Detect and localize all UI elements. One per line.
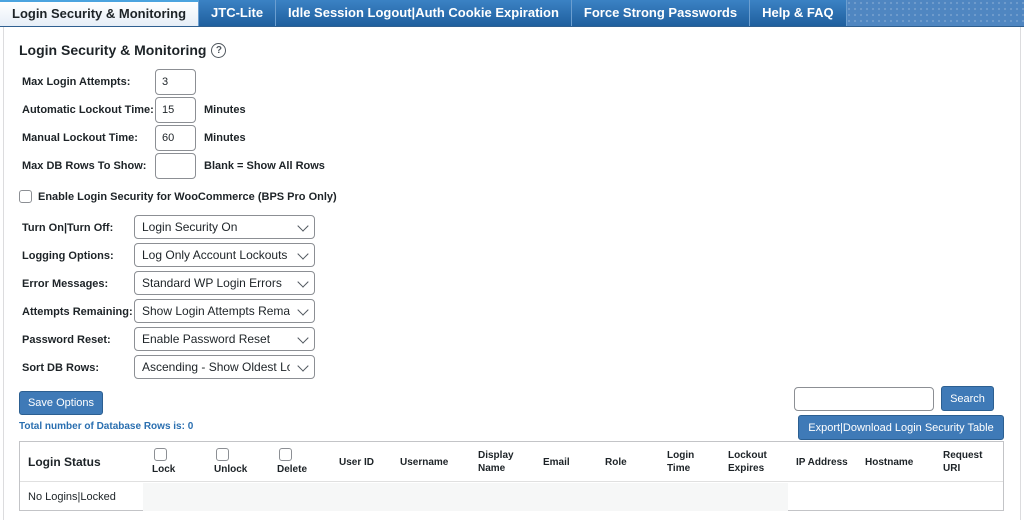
attempts-remaining-value: Show Login Attempts Remaining — [142, 304, 290, 318]
max-db-rows-label: Max DB Rows To Show: — [22, 160, 147, 172]
error-messages-select[interactable]: Standard WP Login Errors — [134, 271, 315, 295]
col-login-time: Login Time — [667, 450, 695, 474]
page-title: Login Security & Monitoring ? — [19, 42, 227, 58]
tab-jtc-lite[interactable]: JTC-Lite — [199, 0, 277, 26]
col-login-status: Login Status — [28, 455, 101, 469]
col-lock: Lock — [152, 464, 176, 475]
search-button[interactable]: Search — [941, 386, 994, 411]
search-input[interactable] — [794, 387, 934, 411]
row-status-cell: No Logins|Locked — [28, 491, 116, 503]
tab-bar: Login Security & Monitoring JTC-Lite Idl… — [0, 0, 1024, 27]
auto-lockout-label: Automatic Lockout Time: — [22, 104, 154, 116]
password-reset-value: Enable Password Reset — [142, 332, 271, 346]
chevron-down-icon — [297, 304, 309, 316]
woocommerce-checkbox[interactable] — [19, 190, 32, 203]
export-download-button[interactable]: Export|Download Login Security Table — [798, 415, 1004, 440]
col-display-name: Display Name — [478, 450, 514, 474]
chevron-down-icon — [297, 220, 309, 232]
col-ip-address: IP Address — [796, 457, 848, 468]
sort-db-rows-value: Ascending - Show Oldest Login Bans — [142, 360, 290, 374]
turn-on-off-value: Login Security On — [142, 220, 238, 234]
manual-lockout-unit: Minutes — [204, 132, 246, 144]
col-username: Username — [400, 457, 449, 468]
chevron-down-icon — [297, 360, 309, 372]
max-login-attempts-input[interactable] — [155, 69, 196, 95]
table-row: No Logins|Locked — [20, 483, 1003, 511]
lock-all-checkbox[interactable] — [154, 448, 167, 461]
auto-lockout-input[interactable] — [155, 97, 196, 123]
tab-login-security[interactable]: Login Security & Monitoring — [0, 0, 200, 26]
tab-idle-session-logout[interactable]: Idle Session Logout|Auth Cookie Expirati… — [276, 0, 572, 26]
logging-options-label: Logging Options: — [22, 250, 114, 262]
woocommerce-label: Enable Login Security for WooCommerce (B… — [38, 191, 337, 203]
logging-options-select[interactable]: Log Only Account Lockouts — [134, 243, 315, 267]
tab-force-strong-passwords[interactable]: Force Strong Passwords — [571, 0, 751, 26]
attempts-remaining-label: Attempts Remaining: — [22, 306, 133, 318]
col-unlock: Unlock — [214, 464, 248, 475]
manual-lockout-input[interactable] — [155, 125, 196, 151]
tab-help-faq[interactable]: Help & FAQ — [750, 0, 847, 26]
attempts-remaining-select[interactable]: Show Login Attempts Remaining — [134, 299, 315, 323]
error-messages-value: Standard WP Login Errors — [142, 276, 282, 290]
table-header: Login Status Lock Unlock Delete User ID … — [20, 442, 1003, 482]
question-circle-icon[interactable]: ? — [211, 42, 227, 58]
manual-lockout-label: Manual Lockout Time: — [22, 132, 138, 144]
row-background — [143, 483, 788, 511]
max-db-rows-input[interactable] — [155, 153, 196, 179]
col-role: Role — [605, 457, 627, 468]
save-options-button[interactable]: Save Options — [19, 391, 103, 415]
chevron-down-icon — [297, 276, 309, 288]
auto-lockout-unit: Minutes — [204, 104, 246, 116]
sort-db-rows-label: Sort DB Rows: — [22, 362, 99, 374]
chevron-down-icon — [297, 248, 309, 260]
password-reset-label: Password Reset: — [22, 334, 111, 346]
page-title-text: Login Security & Monitoring — [19, 42, 207, 58]
max-db-rows-unit: Blank = Show All Rows — [204, 160, 325, 172]
chevron-down-icon — [297, 332, 309, 344]
col-request-uri: Request URI — [943, 450, 983, 474]
unlock-all-checkbox[interactable] — [216, 448, 229, 461]
col-user-id: User ID — [339, 457, 375, 468]
turn-on-off-select[interactable]: Login Security On — [134, 215, 315, 239]
login-security-table: Login Status Lock Unlock Delete User ID … — [19, 441, 1004, 511]
col-delete: Delete — [277, 464, 308, 475]
max-login-attempts-label: Max Login Attempts: — [22, 76, 131, 88]
total-rows-text: Total number of Database Rows is: 0 — [19, 421, 194, 432]
turn-on-off-label: Turn On|Turn Off: — [22, 222, 114, 234]
delete-all-checkbox[interactable] — [279, 448, 292, 461]
sort-db-rows-select[interactable]: Ascending - Show Oldest Login Bans — [134, 355, 315, 379]
col-hostname: Hostname — [865, 457, 914, 468]
col-email: Email — [543, 457, 570, 468]
col-lockout-expires: Lockout Expires — [728, 450, 767, 474]
logging-options-value: Log Only Account Lockouts — [142, 248, 288, 262]
error-messages-label: Error Messages: — [22, 278, 109, 290]
password-reset-select[interactable]: Enable Password Reset — [134, 327, 315, 351]
